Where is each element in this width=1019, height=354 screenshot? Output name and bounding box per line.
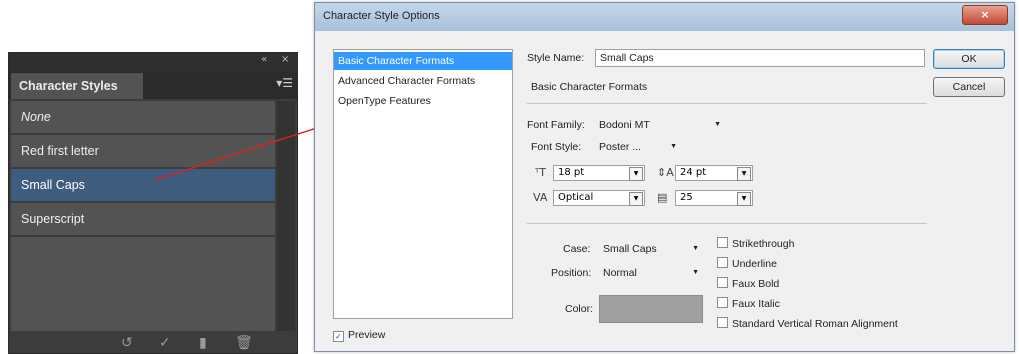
font-style-label: Font Style: <box>531 141 582 153</box>
cancel-button[interactable]: Cancel <box>933 77 1005 97</box>
font-size-field[interactable]: 18 pt ▼ <box>553 165 645 181</box>
kerning-value: Optical <box>558 192 594 203</box>
preview-check-icon[interactable]: ✓ <box>333 331 344 342</box>
position-value: Normal <box>603 267 637 279</box>
chevron-down-icon[interactable]: ▼ <box>629 167 643 181</box>
font-family-label: Font Family: <box>527 119 585 131</box>
standard-vertical-roman-alignment-checkbox[interactable]: Standard Vertical Roman Alignment <box>717 317 898 330</box>
preview-label: Preview <box>348 329 386 341</box>
underline-checkbox[interactable]: Underline <box>717 257 777 270</box>
font-size-value: 18 pt <box>558 167 585 178</box>
dialog-title: Character Style Options <box>323 10 440 22</box>
chevron-down-icon: ▼ <box>670 143 677 150</box>
style-item-small-caps[interactable]: Small Caps <box>11 169 275 201</box>
tracking-value: 25 <box>680 192 693 203</box>
position-label: Position: <box>551 267 592 279</box>
style-item-none[interactable]: None <box>11 101 275 133</box>
font-style-dropdown[interactable]: Poster ... ▼ <box>599 141 677 157</box>
close-icon[interactable]: × <box>281 54 289 65</box>
position-dropdown[interactable]: Normal ▼ <box>603 267 699 283</box>
redefine-style-icon[interactable]: ✓ <box>159 335 171 351</box>
collapse-icon[interactable]: « <box>261 54 267 65</box>
color-label: Color: <box>565 303 594 315</box>
case-value: Small Caps <box>603 243 657 255</box>
dialog-body: Basic Character Formats Advanced Charact… <box>315 31 1014 351</box>
font-family-dropdown[interactable]: Bodoni MT ▼ <box>599 119 721 135</box>
section-title: Basic Character Formats <box>531 81 648 93</box>
kerning-field[interactable]: Optical ▼ <box>553 190 645 206</box>
panel-menu-icon[interactable]: ▾☰ <box>276 76 293 90</box>
dialog-close-button[interactable]: × <box>962 5 1008 25</box>
style-name-input[interactable]: Small Caps <box>595 49 925 67</box>
category-list: Basic Character Formats Advanced Charact… <box>333 49 513 319</box>
tab-character-styles[interactable]: Character Styles <box>11 73 143 99</box>
ok-button[interactable]: OK <box>933 49 1005 69</box>
preview-checkbox[interactable]: ✓ Preview <box>333 329 385 342</box>
category-basic-character-formats[interactable]: Basic Character Formats <box>334 52 512 70</box>
kerning-icon: VA <box>533 191 548 204</box>
case-label: Case: <box>563 243 591 255</box>
style-name-label: Style Name: <box>527 52 585 64</box>
chevron-down-icon: ▼ <box>714 121 721 128</box>
style-list-empty-area <box>11 237 275 331</box>
chevron-down-icon: ▼ <box>692 269 699 276</box>
new-style-icon[interactable]: ▮ <box>199 335 207 351</box>
leading-icon: ⇕A <box>657 166 674 179</box>
color-swatch[interactable] <box>599 295 703 323</box>
style-item-superscript[interactable]: Superscript <box>11 203 275 235</box>
leading-value: 24 pt <box>680 167 707 178</box>
font-family-value: Bodoni MT <box>599 119 650 131</box>
faux-italic-checkbox[interactable]: Faux Italic <box>717 297 780 310</box>
font-style-value: Poster ... <box>599 141 642 153</box>
chevron-down-icon[interactable]: ▼ <box>737 192 751 206</box>
character-style-options-dialog: Character Style Options × Basic Characte… <box>314 2 1015 352</box>
dialog-title-bar: Character Style Options × <box>315 3 1014 31</box>
delete-style-icon[interactable]: 🗑 <box>235 335 253 351</box>
faux-bold-checkbox[interactable]: Faux Bold <box>717 277 779 290</box>
style-list: None Red first letter Small Caps Supersc… <box>11 101 275 237</box>
clear-overrides-icon[interactable]: ↺ <box>121 335 133 351</box>
tracking-icon: ▤ <box>657 191 668 204</box>
chevron-down-icon: ▼ <box>692 245 699 252</box>
strikethrough-checkbox[interactable]: Strikethrough <box>717 237 794 250</box>
tracking-field[interactable]: 25 ▼ <box>675 190 753 206</box>
category-opentype-features[interactable]: OpenType Features <box>334 92 512 110</box>
chevron-down-icon[interactable]: ▼ <box>629 192 643 206</box>
category-advanced-character-formats[interactable]: Advanced Character Formats <box>334 72 512 90</box>
panel-scrollbar[interactable] <box>277 101 295 331</box>
chevron-down-icon[interactable]: ▼ <box>737 167 751 181</box>
font-size-icon: ᵀT <box>535 166 546 179</box>
panel-tab-row: Character Styles ▾☰ <box>9 71 297 99</box>
panel-bottom-bar: ↺ ✓ ▮ 🗑 <box>9 333 297 353</box>
character-styles-panel: « × Character Styles ▾☰ None Red first l… <box>8 52 298 354</box>
style-item-red-first-letter[interactable]: Red first letter <box>11 135 275 167</box>
section-divider <box>527 103 927 104</box>
case-dropdown[interactable]: Small Caps ▼ <box>603 243 699 259</box>
leading-field[interactable]: 24 pt ▼ <box>675 165 753 181</box>
panel-top-bar: « × <box>9 53 297 71</box>
section-divider-2 <box>527 223 927 224</box>
